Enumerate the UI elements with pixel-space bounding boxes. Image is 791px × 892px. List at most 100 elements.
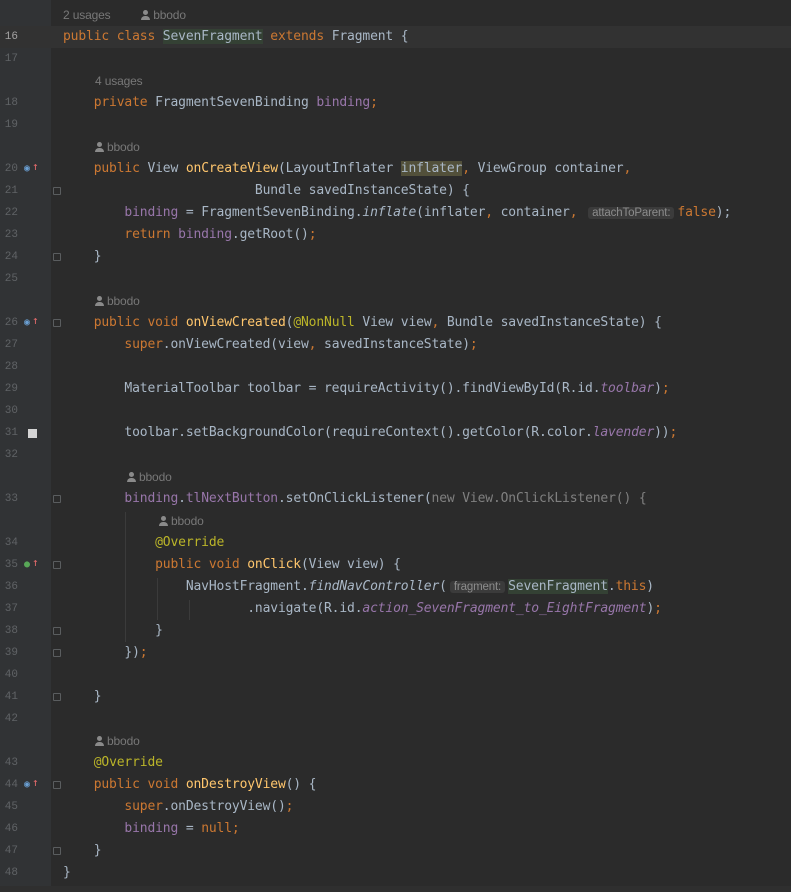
line-number[interactable]: 40 — [0, 664, 18, 686]
line-number[interactable]: 18 — [0, 92, 18, 114]
code-line[interactable]: 27 super.onViewCreated(view, savedInstan… — [0, 334, 791, 356]
line-number[interactable]: 37 — [0, 598, 18, 620]
author-hint[interactable]: bbodo — [141, 8, 186, 22]
code-line[interactable]: 29 MaterialToolbar toolbar = requireActi… — [0, 378, 791, 400]
line-number[interactable]: 34 — [0, 532, 18, 554]
line-number[interactable]: 20 — [0, 158, 18, 180]
line-number[interactable]: 35 — [0, 554, 18, 576]
fold-marker-icon[interactable] — [53, 319, 61, 327]
fold-marker-icon[interactable] — [53, 253, 61, 261]
line-number[interactable]: 48 — [0, 862, 18, 884]
code-line[interactable]: 32 — [0, 444, 791, 466]
code-line[interactable]: 34 @Override — [0, 532, 791, 554]
line-number[interactable]: 25 — [0, 268, 18, 290]
line-number[interactable]: 22 — [0, 202, 18, 224]
code-line[interactable]: 21 Bundle savedInstanceState) { — [0, 180, 791, 202]
code-line[interactable]: 40 — [0, 664, 791, 686]
fold-marker-icon[interactable] — [53, 561, 61, 569]
code-line[interactable]: 22 binding = FragmentSevenBinding.inflat… — [0, 202, 791, 224]
code-line[interactable]: 20 ◉ ↑ public View onCreateView(LayoutInfl… — [0, 158, 791, 180]
bookmark-icon[interactable] — [28, 429, 37, 438]
code-line[interactable]: 33 binding.tlNextButton.setOnClickListen… — [0, 488, 791, 510]
override-gutter-icon[interactable]: ◉ ↑ — [24, 314, 40, 330]
author-hint[interactable]: bbodo — [127, 470, 172, 484]
code-line[interactable]: 30 — [0, 400, 791, 422]
code-line[interactable]: 46 binding = null; — [0, 818, 791, 840]
fold-marker-icon[interactable] — [53, 495, 61, 503]
code-line[interactable]: 39 }); — [0, 642, 791, 664]
code-line[interactable]: 19 — [0, 114, 791, 136]
line-number[interactable]: 31 — [0, 422, 18, 444]
line-number[interactable]: 41 — [0, 686, 18, 708]
author-hint[interactable]: bbodo — [95, 294, 140, 308]
code-line[interactable]: 17 — [0, 48, 791, 70]
code-token: .onViewCreated(view — [162, 337, 309, 352]
code-line[interactable]: 48} — [0, 862, 791, 884]
code-line[interactable]: 44 ◉ ↑ public void onDestroyView() { — [0, 774, 791, 796]
code-line[interactable]: 26 ◉ ↑ public void onViewCreated(@NonNull … — [0, 312, 791, 334]
line-number[interactable]: 17 — [0, 48, 18, 70]
code-line[interactable]: 24 } — [0, 246, 791, 268]
line-number[interactable]: 23 — [0, 224, 18, 246]
code-token: ; — [308, 227, 317, 242]
horizontal-scrollbar[interactable] — [0, 886, 791, 892]
code-line[interactable]: 47 } — [0, 840, 791, 862]
line-number[interactable]: 30 — [0, 400, 18, 422]
code-token: binding — [124, 821, 179, 836]
override-gutter-icon[interactable]: ◉ ↑ — [24, 160, 40, 176]
author-hint[interactable]: bbodo — [95, 734, 140, 748]
code-line[interactable]: 28 — [0, 356, 791, 378]
line-number[interactable]: 44 — [0, 774, 18, 796]
code-line[interactable]: 16 public class SevenFragment extends Fra… — [0, 26, 791, 48]
line-number[interactable]: 27 — [0, 334, 18, 356]
code-line[interactable]: 42 — [0, 708, 791, 730]
line-number[interactable]: 28 — [0, 356, 18, 378]
line-number[interactable]: 39 — [0, 642, 18, 664]
usages-hint[interactable]: 4 usages — [95, 74, 143, 88]
code-line[interactable]: 31 toolbar.setBackgroundColor(requireCon… — [0, 422, 791, 444]
code-line[interactable]: 43 @Override — [0, 752, 791, 774]
code-line[interactable]: 37 .navigate(R.id.action_SevenFragment_t… — [0, 598, 791, 620]
code-line[interactable]: 38 } — [0, 620, 791, 642]
fold-marker-icon[interactable] — [53, 627, 61, 635]
code-token: View view — [362, 315, 432, 330]
code-editor[interactable]: 2 usages bbodo 16 public class SevenFragme… — [0, 0, 791, 886]
line-number[interactable]: 32 — [0, 444, 18, 466]
line-number[interactable]: 16 — [0, 26, 18, 48]
line-number[interactable]: 38 — [0, 620, 18, 642]
code-token: public class — [63, 29, 163, 44]
code-line[interactable]: 36 NavHostFragment.findNavController(fra… — [0, 576, 791, 598]
override-gutter-icon[interactable]: ◉ ↑ — [24, 776, 40, 792]
line-number[interactable]: 45 — [0, 796, 18, 818]
code-line[interactable]: 25 — [0, 268, 791, 290]
code-line[interactable]: 41 } — [0, 686, 791, 708]
author-hint[interactable]: bbodo — [159, 514, 204, 528]
fold-marker-icon[interactable] — [53, 187, 61, 195]
code-token: )) — [654, 425, 670, 440]
fold-marker-icon[interactable] — [53, 693, 61, 701]
code-line[interactable]: 18 private FragmentSevenBinding binding; — [0, 92, 791, 114]
line-number[interactable]: 24 — [0, 246, 18, 268]
code-token: = FragmentSevenBinding. — [178, 205, 363, 220]
code-token: (LayoutInflater — [277, 161, 401, 176]
implements-gutter-icon[interactable]: ● ↑ — [24, 556, 40, 572]
line-number[interactable]: 33 — [0, 488, 18, 510]
line-number[interactable]: 29 — [0, 378, 18, 400]
fold-marker-icon[interactable] — [53, 649, 61, 657]
code-line[interactable]: 35 ● ↑ public void onClick(View view) { — [0, 554, 791, 576]
line-number[interactable]: 47 — [0, 840, 18, 862]
line-number[interactable]: 43 — [0, 752, 18, 774]
fold-marker-icon[interactable] — [53, 781, 61, 789]
line-number[interactable]: 42 — [0, 708, 18, 730]
fold-marker-icon[interactable] — [53, 847, 61, 855]
line-number[interactable]: 21 — [0, 180, 18, 202]
line-number[interactable]: 26 — [0, 312, 18, 334]
line-number[interactable]: 46 — [0, 818, 18, 840]
line-number[interactable]: 36 — [0, 576, 18, 598]
code-token: null — [201, 821, 232, 836]
code-line[interactable]: 45 super.onDestroyView(); — [0, 796, 791, 818]
line-number[interactable]: 19 — [0, 114, 18, 136]
code-line[interactable]: 23 return binding.getRoot(); — [0, 224, 791, 246]
usages-hint[interactable]: 2 usages — [63, 8, 111, 22]
author-hint[interactable]: bbodo — [95, 140, 140, 154]
